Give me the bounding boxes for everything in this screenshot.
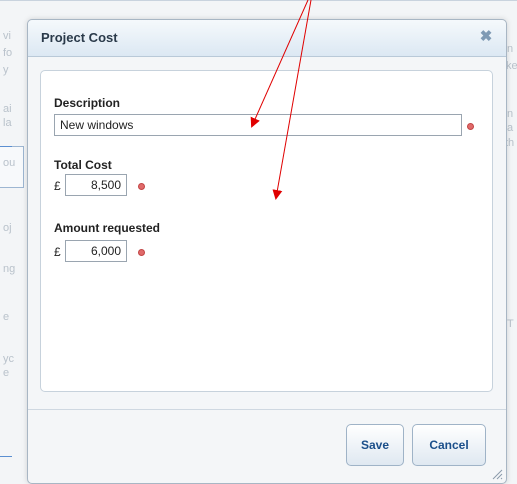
amount-requested-label: Amount requested — [54, 221, 161, 235]
required-indicator — [467, 123, 474, 130]
total-cost-input[interactable]: 8,500 — [65, 174, 127, 196]
background-frame-line — [0, 456, 12, 457]
background-text: ng — [3, 263, 16, 275]
background-divider — [0, 0, 517, 1]
dialog-titlebar[interactable]: Project Cost ✖ — [28, 20, 506, 57]
description-label: Description — [54, 96, 121, 110]
background-text: oj — [3, 222, 12, 234]
resize-grip-icon[interactable] — [491, 468, 503, 480]
project-cost-dialog: Project Cost ✖ Description New windows T… — [27, 19, 507, 484]
currency-symbol: £ — [54, 245, 61, 259]
close-icon[interactable]: ✖ — [478, 29, 494, 45]
background-text: y — [3, 64, 9, 76]
background-text: ai — [3, 103, 12, 115]
background-text: e — [3, 367, 10, 379]
background-text: e — [3, 311, 10, 323]
background-text: n — [507, 108, 514, 120]
description-input[interactable]: New windows — [54, 114, 462, 136]
background-text: vi — [3, 30, 11, 42]
save-button[interactable]: Save — [346, 424, 404, 466]
dialog-footer-divider — [28, 409, 506, 410]
required-indicator — [138, 249, 145, 256]
background-text: T — [507, 318, 514, 330]
background-text: a — [507, 122, 514, 134]
amount-requested-input[interactable]: 6,000 — [65, 240, 127, 262]
currency-symbol: £ — [54, 179, 61, 193]
required-indicator — [138, 183, 145, 190]
background-text: n — [507, 43, 514, 55]
dialog-title: Project Cost — [41, 30, 118, 45]
background-text: la — [3, 117, 12, 129]
background-text: fo — [3, 47, 13, 59]
total-cost-label: Total Cost — [54, 158, 112, 172]
form-panel: Description New windows Total Cost £ 8,5… — [40, 70, 493, 392]
background-frame-line — [0, 146, 12, 147]
background-text: ou — [3, 157, 16, 169]
cancel-button[interactable]: Cancel — [412, 424, 486, 466]
background-text: ke — [506, 60, 517, 72]
background-text: yc — [3, 353, 14, 365]
